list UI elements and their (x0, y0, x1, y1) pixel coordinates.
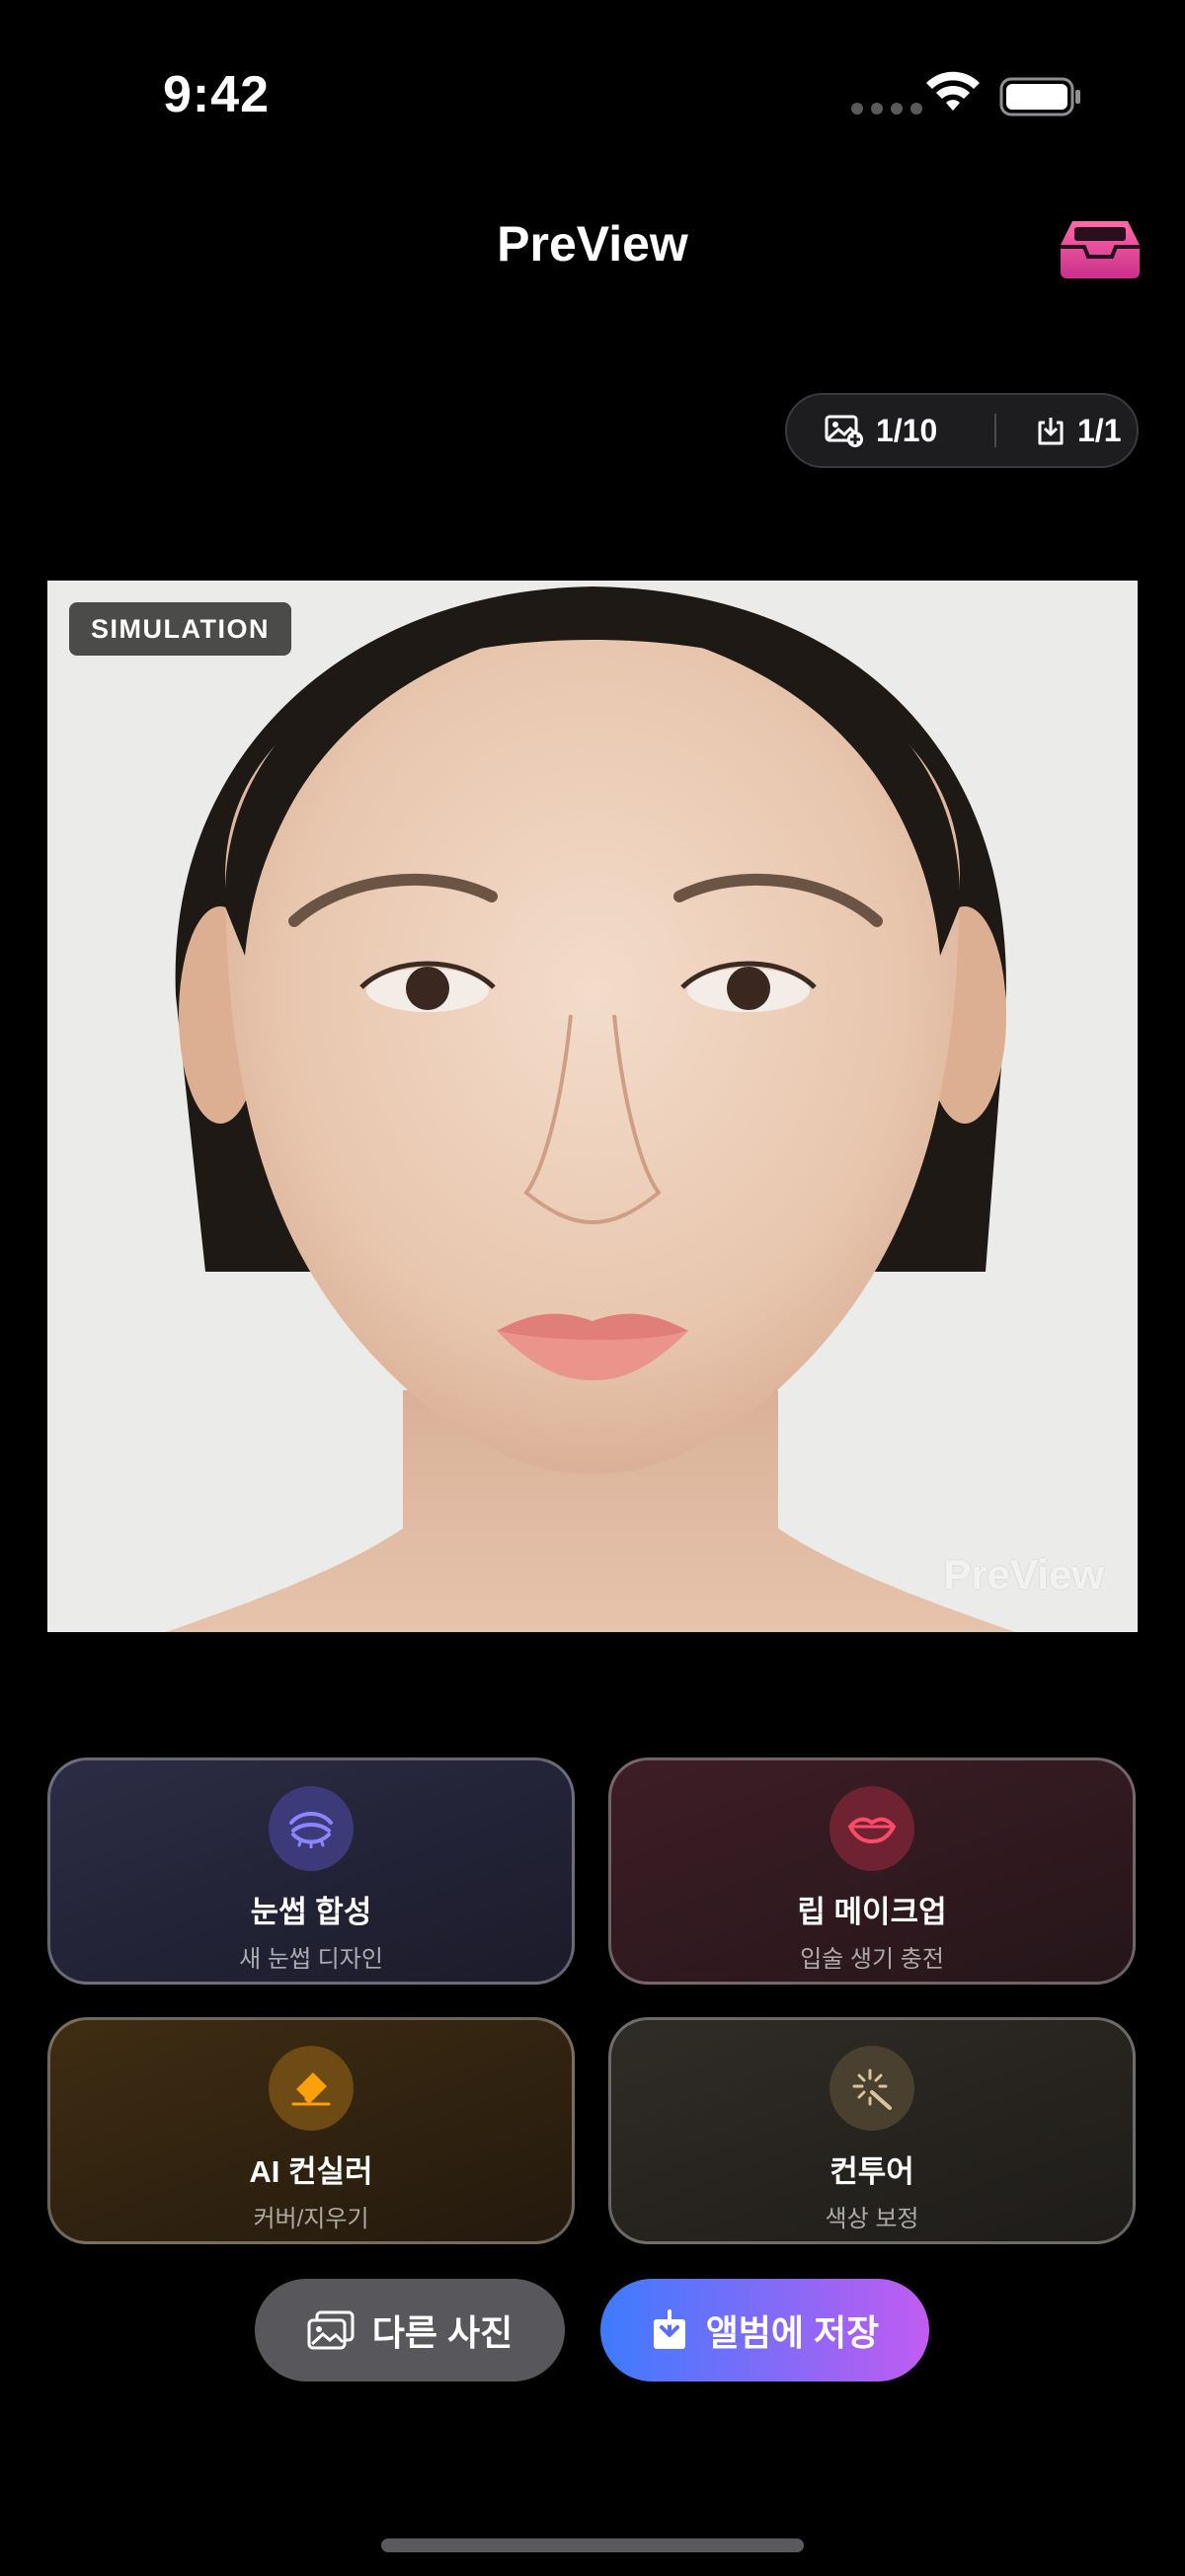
home-indicator[interactable] (381, 2538, 804, 2552)
ai-concealer-card[interactable]: AI 컨실러 커버/지우기 (47, 2017, 575, 2244)
card-subtitle: 색상 보정 (825, 2206, 919, 2232)
eyebrow-icon (269, 1786, 354, 1871)
inbox-tray-icon[interactable] (1059, 215, 1142, 280)
card-title: 립 메이크업 (797, 1895, 947, 1929)
card-subtitle: 입술 생기 충전 (800, 1946, 944, 1973)
photo-count: 1/10 (876, 412, 938, 448)
cellular-signal-icon (851, 103, 922, 115)
watermark: PreView (943, 1551, 1104, 1598)
wifi-icon (926, 71, 980, 111)
photo-add-icon (825, 415, 863, 447)
eraser-icon (269, 2046, 354, 2131)
card-subtitle: 새 눈썹 디자인 (239, 1946, 383, 1973)
photo-counter: 1/10 (825, 413, 983, 449)
usage-counter: 1/10 1/1 (785, 393, 1139, 468)
preview-photo: SIMULATION PreView (47, 581, 1138, 1632)
status-time: 9:42 (163, 66, 271, 123)
card-title: 컨투어 (830, 2154, 914, 2189)
simulation-badge: SIMULATION (69, 602, 291, 656)
magic-wand-icon (830, 2046, 914, 2131)
counter-divider (994, 414, 996, 447)
download-icon (1038, 418, 1064, 445)
contour-card[interactable]: 컨투어 색상 보정 (608, 2017, 1136, 2244)
download-counter: 1/1 (1036, 413, 1121, 449)
photo-library-icon (307, 2310, 355, 2350)
card-subtitle: 커버/지우기 (253, 2206, 369, 2232)
choose-other-photo-button[interactable]: 다른 사진 (255, 2279, 565, 2381)
battery-icon (999, 77, 1080, 117)
other-photo-label: 다른 사진 (371, 2312, 514, 2353)
save-album-label: 앨범에 저장 (705, 2312, 880, 2353)
face-portrait (47, 581, 1138, 1632)
page-title: PreView (497, 216, 688, 272)
lips-icon (830, 1786, 914, 1871)
card-title: AI 컨실러 (249, 2154, 373, 2189)
eyebrow-synthesis-card[interactable]: 눈썹 합성 새 눈썹 디자인 (47, 1757, 575, 1985)
download-count: 1/1 (1077, 412, 1122, 448)
card-title: 눈썹 합성 (250, 1895, 372, 1929)
lip-makeup-card[interactable]: 립 메이크업 입술 생기 충전 (608, 1757, 1136, 1985)
save-download-icon (653, 2309, 685, 2349)
save-to-album-button[interactable]: 앨범에 저장 (600, 2279, 929, 2381)
